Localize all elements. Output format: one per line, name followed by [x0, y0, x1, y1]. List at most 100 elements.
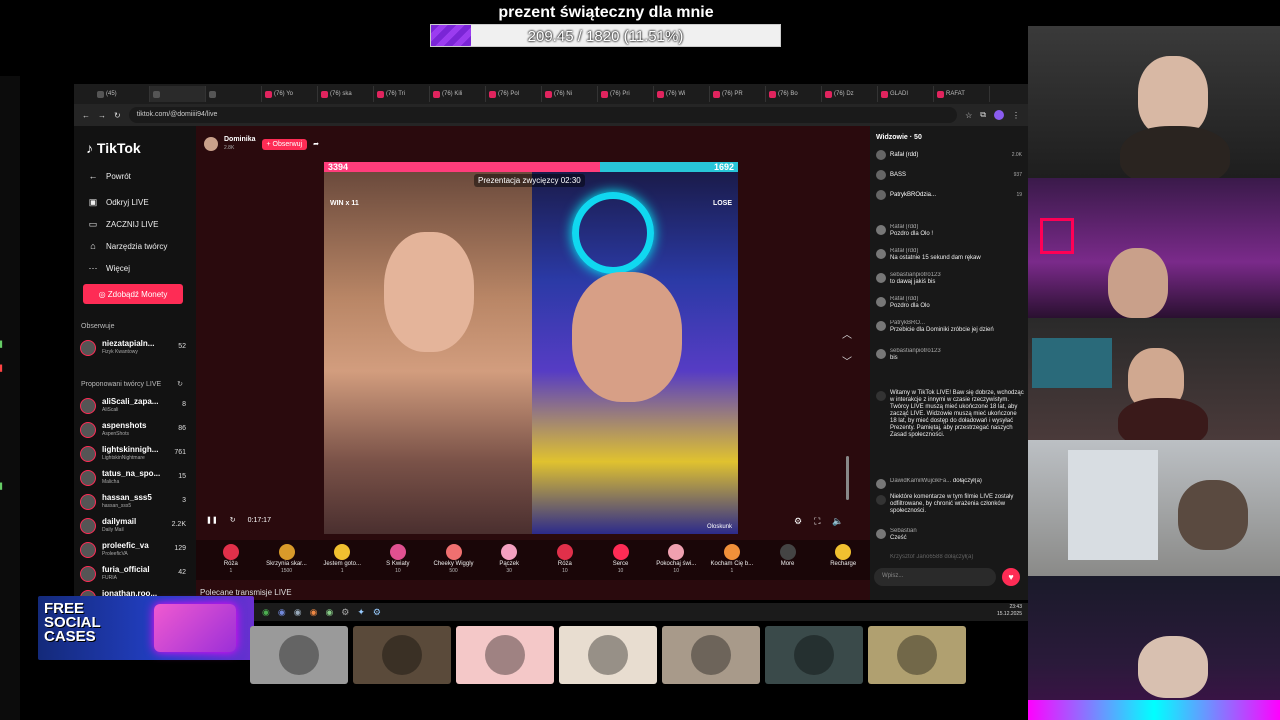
app-icon[interactable]: ⚙ [373, 607, 381, 618]
viewer-row[interactable]: BASS 937 [876, 170, 1022, 180]
chat-user[interactable]: Rafał (rdd) [876, 296, 1024, 303]
browser-tab[interactable]: (76) Yo [262, 86, 318, 102]
creator-row[interactable]: aliScali_zapa... AliScali 8 [80, 397, 188, 419]
creator-row[interactable]: lightskinnigh... LightskinNightmare 761 [80, 445, 188, 467]
thumbnail-face [382, 635, 422, 675]
forward-icon[interactable]: → [98, 111, 106, 120]
pause-icon[interactable]: ❚❚ [206, 516, 218, 524]
gift-item[interactable]: Jestem goto... 1 [315, 540, 369, 580]
browser-tab[interactable]: (76) Bo [766, 86, 822, 102]
creator-row[interactable]: tatus_na_spo... Malicha 15 [80, 469, 188, 491]
taskbar-clock[interactable]: 23:43 15.12.2025 [997, 604, 1022, 618]
app-icon[interactable]: ✦ [357, 607, 365, 618]
video-thumbnail[interactable] [868, 626, 966, 684]
volume-slider[interactable] [846, 456, 849, 500]
host-name[interactable]: Dominika [224, 136, 256, 144]
reload-icon[interactable]: ↻ [114, 111, 121, 120]
refresh-icon[interactable]: ↻ [177, 381, 183, 388]
share-icon[interactable]: ➦ [313, 140, 319, 148]
video-thumbnail[interactable] [662, 626, 760, 684]
browser-tab[interactable]: (76) Pol [486, 86, 542, 102]
creator-avatar [80, 566, 96, 582]
gift-item[interactable]: Róża 10 [538, 540, 592, 580]
creator-sub: FURIA [102, 575, 117, 581]
gift-item[interactable]: Kocham Cię b... 1 [705, 540, 759, 580]
video-thumbnail[interactable] [765, 626, 863, 684]
browser-tab[interactable]: (76) PR [710, 86, 766, 102]
video-thumbnail[interactable] [250, 626, 348, 684]
creator-row[interactable]: dailymail Daily Mail 2.2K [80, 517, 188, 539]
gift-item[interactable]: Pokochaj świ... 10 [649, 540, 703, 580]
video-thumbnail[interactable] [456, 626, 554, 684]
follow-button[interactable]: + Obserwuj [261, 138, 308, 150]
creator-row[interactable]: hassan_sss5 hassan_sss5 3 [80, 493, 188, 515]
chrome-icon[interactable]: ◉ [262, 607, 270, 618]
gift-name: More [780, 561, 795, 567]
gift-item[interactable]: Recharge [816, 540, 870, 580]
browser-menu-icon[interactable]: ⋮ [1012, 111, 1020, 120]
gift-item[interactable]: Róża 1 [204, 540, 258, 580]
settings-icon[interactable]: ⚙ [341, 607, 349, 618]
creator-row[interactable]: proleefic_va ProleeficVA 129 [80, 541, 188, 563]
chat-user[interactable]: PatrykBRO... [876, 320, 1024, 327]
gift-item[interactable]: S Kwiaty 10 [371, 540, 425, 580]
gift-item[interactable]: Serce 10 [594, 540, 648, 580]
creator-row[interactable]: furia_official FURIA 42 [80, 565, 188, 587]
host-avatar[interactable] [204, 137, 218, 151]
chat-user[interactable]: Rafał (rdd) [876, 224, 1024, 231]
url-input[interactable]: tiktok.com/@domiiii94/live [128, 107, 958, 123]
browser-tab[interactable]: (76) ska [318, 86, 374, 102]
bookmark-star-icon[interactable]: ☆ [965, 111, 972, 120]
tiktok-logo[interactable]: ♪ TikTok [86, 140, 141, 156]
browser-tab[interactable]: GLADI [878, 86, 934, 102]
discord-icon[interactable]: ◉ [278, 607, 286, 618]
gift-item[interactable]: Cheeky Wiggly 500 [427, 540, 481, 580]
creator-sub: AspenShots [102, 431, 129, 437]
chevron-up-icon[interactable]: ︿ [842, 326, 852, 341]
obs-icon[interactable]: ◉ [310, 607, 318, 618]
browser-tab[interactable] [150, 86, 206, 102]
browser-tab[interactable]: (45) [94, 86, 150, 102]
viewer-row[interactable]: Rafał (rdd) 2.0K [876, 150, 1022, 160]
browser-tab[interactable]: (76) Pri [598, 86, 654, 102]
nav-go-live[interactable]: ▭ ZACZNIJ LIVE [88, 219, 159, 230]
browser-tab[interactable]: (76) Ni [542, 86, 598, 102]
nav-explore-live[interactable]: ▣ Odkryj LIVE [88, 197, 149, 208]
nav-creator-tools[interactable]: ⌂ Narzędzia twórcy [88, 241, 167, 251]
settings-icon[interactable]: ⚙ [794, 516, 802, 527]
video-thumbnail[interactable] [353, 626, 451, 684]
chat-user[interactable]: sebastianpiotro123 [876, 272, 1024, 279]
profile-avatar[interactable] [994, 110, 1004, 120]
extensions-icon[interactable]: ⧉ [980, 110, 986, 120]
volume-icon[interactable]: 🔈 [832, 516, 843, 527]
gift-item[interactable]: More [761, 540, 815, 580]
creator-row[interactable]: aspenshots AspenShots 86 [80, 421, 188, 443]
steam-icon[interactable]: ◉ [294, 607, 302, 618]
chat-input[interactable]: Wpisz... [874, 568, 996, 586]
gift-item[interactable]: Pączek 30 [482, 540, 536, 580]
browser-tab[interactable]: (76) Dz [822, 86, 878, 102]
back-icon[interactable]: ← [82, 111, 90, 120]
fullscreen-icon[interactable]: ⛶ [814, 516, 820, 527]
get-coins-button[interactable]: ◎ Zdobądź Monety [83, 284, 183, 304]
creator-row[interactable]: niezatapialn... Fizyk Kwantowy 52 [80, 339, 188, 361]
tab-favicon [265, 90, 272, 98]
video-thumbnail[interactable] [559, 626, 657, 684]
browser-tab[interactable]: (76) Tri [374, 86, 430, 102]
chat-user[interactable]: sebastianpiotro123 [876, 348, 1024, 355]
chevron-down-icon[interactable]: ﹀ [842, 353, 852, 368]
refresh-icon[interactable]: ↻ [230, 516, 236, 524]
nav-back[interactable]: ← Powrót [88, 171, 131, 181]
viewer-row[interactable]: PatrykBROdzia... 19 [876, 190, 1022, 200]
xbox-icon[interactable]: ◉ [325, 607, 333, 618]
browser-tab[interactable]: (76) Kili [430, 86, 486, 102]
chat-user[interactable]: Rafał (rdd) [876, 248, 1024, 255]
chat-message: sebastianpiotro123 bis [876, 348, 1024, 362]
gift-item[interactable]: Skrzynia skar... 1500 [260, 540, 314, 580]
browser-tab[interactable]: RAFAT [934, 86, 990, 102]
browser-tab[interactable] [206, 86, 262, 102]
heart-button[interactable]: ♥ [1002, 568, 1020, 586]
browser-tab[interactable]: (76) Wi [654, 86, 710, 102]
nav-more[interactable]: ⋯ Więcej [88, 263, 131, 274]
gift-icon [668, 544, 685, 560]
